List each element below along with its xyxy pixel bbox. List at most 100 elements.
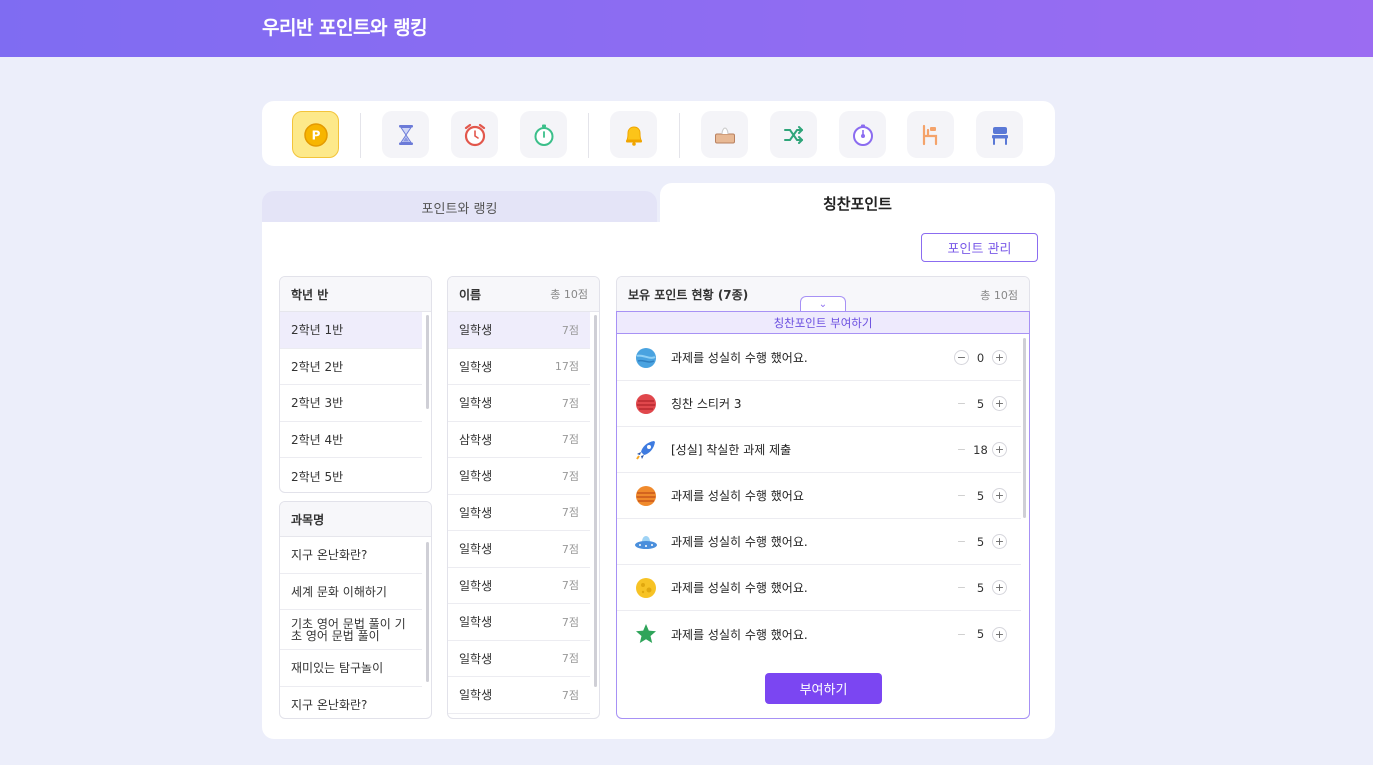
tool-bar: P	[262, 101, 1055, 166]
student-row[interactable]: 일학생 7점	[448, 604, 590, 641]
award-row: 과제를 성실히 수행 했어요. − 0 +	[617, 335, 1021, 381]
timer-tool-button[interactable]	[839, 111, 886, 158]
decrement-button[interactable]: −	[954, 488, 969, 503]
rocket-icon	[636, 440, 655, 460]
student-points: 7점	[561, 542, 579, 556]
points-panel-title: 보유 포인트 현황 (7종)	[628, 288, 749, 302]
grade-item[interactable]: 2학년 3반	[280, 385, 422, 422]
award-label: 과제를 성실히 수행 했어요.	[671, 627, 808, 642]
quantity-value: 5	[976, 580, 985, 595]
hourglass-tool-button[interactable]	[382, 111, 429, 158]
hourglass-icon	[398, 124, 413, 145]
quantity-value: 5	[976, 396, 985, 411]
shuffle-icon	[783, 125, 803, 144]
alarm-tool-button[interactable]	[451, 111, 498, 158]
award-scrollbar[interactable]	[1023, 338, 1026, 518]
award-label: 과제를 성실히 수행 했어요	[671, 489, 804, 503]
decrement-button[interactable]: −	[954, 396, 969, 411]
grade-panel-title: 학년 반	[291, 287, 329, 302]
award-row: 칭찬 스티커 3 − 5 +	[617, 381, 1021, 427]
tab-points-ranking[interactable]: 포인트와 랭킹	[262, 191, 657, 223]
grade-item[interactable]: 2학년 1반	[280, 312, 422, 349]
student-row[interactable]: 일학생 7점	[448, 677, 590, 714]
student-row[interactable]: 일학생 7점	[448, 531, 590, 568]
bell-tool-button[interactable]	[610, 111, 657, 158]
increment-button[interactable]: +	[992, 396, 1007, 411]
collapse-handle[interactable]: ⌄	[800, 296, 846, 312]
quantity-value: 0	[976, 350, 985, 365]
student-row[interactable]: 일학생 7점	[448, 312, 590, 349]
seat-chart-icon	[922, 124, 937, 145]
student-row[interactable]: 일학생 7점	[448, 641, 590, 677]
moon-icon	[636, 577, 656, 598]
student-row[interactable]: 일학생 7점	[448, 568, 590, 604]
increment-button[interactable]: +	[992, 442, 1007, 457]
subject-scrollbar[interactable]	[426, 542, 429, 682]
seat-tool-button[interactable]	[907, 111, 954, 158]
student-row[interactable]: 일학생 7점	[448, 458, 590, 495]
quantity-stepper: − 0 +	[954, 350, 1007, 365]
quantity-stepper: − 5 +	[954, 580, 1007, 595]
increment-button[interactable]: +	[992, 350, 1007, 365]
award-label: 과제를 성실히 수행 했어요.	[671, 535, 808, 549]
tissue-box-icon	[714, 126, 735, 143]
student-points: 7점	[561, 469, 579, 483]
student-points: 7점	[561, 652, 579, 666]
award-label: [성실] 착실한 과제 제출	[671, 443, 792, 457]
grade-item[interactable]: 2학년 2반	[280, 349, 422, 385]
student-name: 일학생	[459, 688, 493, 703]
subject-panel: 과목명 지구 온난화란? 세계 문화 이해하기 기초 영어 문법 풀이 기초 영…	[279, 501, 432, 719]
decrement-button[interactable]: −	[954, 442, 969, 457]
increment-button[interactable]: +	[992, 626, 1007, 642]
student-points: 7점	[561, 506, 579, 520]
student-row[interactable]: 일학생 17점	[448, 349, 590, 385]
student-points: 7점	[561, 396, 579, 410]
student-name: 일학생	[459, 323, 493, 338]
grade-item[interactable]: 2학년 4반	[280, 422, 422, 458]
quantity-stepper: − 5 +	[954, 396, 1007, 411]
increment-button[interactable]: +	[992, 488, 1007, 503]
student-name: 일학생	[459, 651, 493, 666]
subject-item[interactable]: 세계 문화 이해하기	[280, 574, 422, 610]
subject-item[interactable]: 재미있는 탐구놀이	[280, 650, 422, 687]
quantity-stepper: − 5 +	[954, 626, 1007, 642]
student-row[interactable]: 일학생 7점	[448, 495, 590, 531]
student-name: 일학생	[459, 396, 493, 411]
chair-tool-button[interactable]	[976, 111, 1023, 158]
point-coin-icon: P	[303, 122, 328, 147]
page-title: 우리반 포인트와 랭킹	[262, 17, 428, 39]
app-header: 우리반 포인트와 랭킹	[0, 0, 1373, 57]
decrement-button[interactable]: −	[954, 534, 969, 549]
subject-item[interactable]: 지구 온난화란?	[280, 537, 422, 574]
subject-item[interactable]: 기초 영어 문법 풀이 기초 영어 문법 풀이	[280, 610, 422, 650]
alarm-clock-icon	[464, 123, 485, 146]
award-label: 과제를 성실히 수행 했어요.	[671, 581, 808, 595]
decrement-button[interactable]: −	[954, 626, 969, 642]
student-row[interactable]: 삼학생 7점	[448, 422, 590, 458]
decrement-button[interactable]: −	[954, 580, 969, 595]
student-name: 일학생	[459, 469, 493, 484]
student-points: 7점	[561, 579, 579, 593]
decrement-button[interactable]: −	[954, 350, 969, 365]
quantity-value: 5	[976, 488, 985, 503]
quantity-stepper: − 18 +	[954, 442, 1007, 457]
increment-button[interactable]: +	[992, 534, 1007, 549]
student-points: 7점	[561, 688, 579, 702]
manage-points-button[interactable]: 포인트 관리	[921, 233, 1038, 262]
grade-scrollbar[interactable]	[426, 315, 429, 409]
grade-item[interactable]: 2학년 5반	[280, 458, 422, 492]
ufo-icon	[635, 535, 657, 549]
tab-praise-points[interactable]: 칭찬포인트	[660, 183, 1055, 223]
give-points-button[interactable]: 부여하기	[765, 673, 882, 704]
tissue-tool-button[interactable]	[701, 111, 748, 158]
subject-item[interactable]: 지구 온난화란?	[280, 687, 422, 719]
increment-button[interactable]: +	[992, 580, 1007, 595]
student-name: 삼학생	[459, 432, 493, 447]
student-points: 7점	[561, 323, 579, 337]
stopwatch-tool-button[interactable]	[520, 111, 567, 158]
shuffle-tool-button[interactable]	[770, 111, 817, 158]
point-tool-button[interactable]: P	[292, 111, 339, 158]
student-scrollbar[interactable]	[594, 315, 597, 687]
blue-planet-icon	[636, 347, 656, 368]
student-row[interactable]: 일학생 7점	[448, 385, 590, 422]
